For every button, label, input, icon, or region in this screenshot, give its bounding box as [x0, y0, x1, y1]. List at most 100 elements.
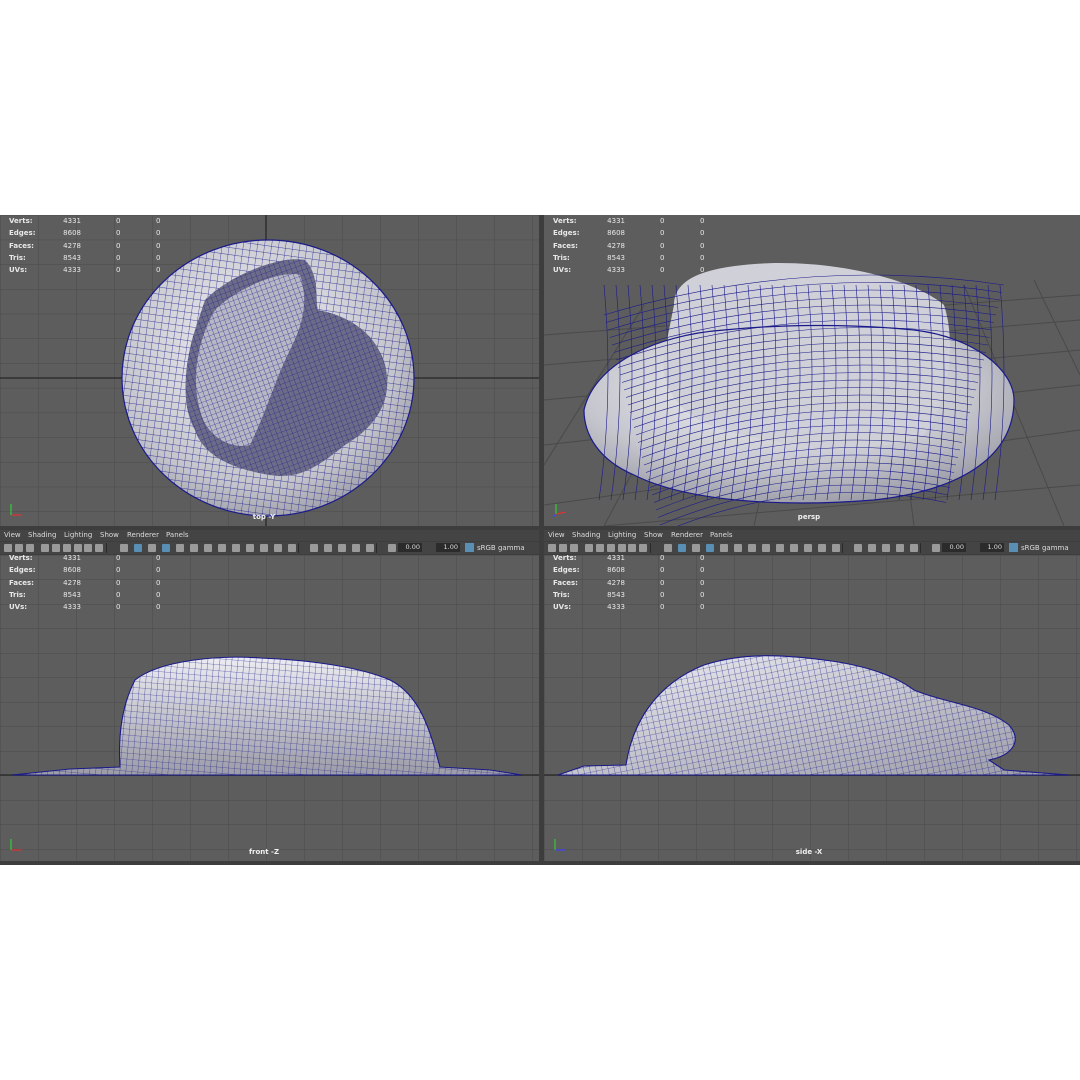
toolbar-button-icon[interactable] [842, 543, 843, 553]
axis-gizmo-icon [552, 504, 567, 518]
toolbar-button-icon[interactable] [190, 544, 198, 552]
toolbar-button-icon[interactable] [74, 544, 82, 552]
toolbar-button-icon[interactable] [338, 544, 346, 552]
toolbar-button-icon[interactable] [882, 544, 890, 552]
toolbar-button-icon[interactable] [734, 544, 742, 552]
toolbar-button-icon[interactable] [559, 544, 567, 552]
menu-renderer[interactable]: Renderer [671, 531, 703, 539]
menu-show[interactable]: Show [100, 531, 119, 539]
toolbar-button-icon[interactable] [4, 544, 12, 552]
edges-value: 8608 [63, 566, 81, 575]
viewport-top[interactable]: Verts: 4331 0 0 Edges: 8608 0 0 Faces: 4278 0 0 T… [0, 215, 539, 526]
toolbar-button-icon[interactable] [204, 544, 212, 552]
side-view-canvas [544, 555, 1080, 861]
toolbar-button-icon[interactable] [366, 544, 374, 552]
menu-lighting[interactable]: Lighting [64, 531, 92, 539]
toolbar-button-icon[interactable] [298, 543, 299, 553]
toolbar-button-icon[interactable] [52, 544, 60, 552]
toolbar-button-icon[interactable] [932, 544, 940, 552]
toolbar-button-icon[interactable] [260, 544, 268, 552]
toolbar-button-icon[interactable] [678, 544, 686, 552]
toolbar-button-icon[interactable] [63, 544, 71, 552]
toolbar-button-icon[interactable] [218, 544, 226, 552]
toolbar-button-icon[interactable] [15, 544, 23, 552]
toolbar-button-icon[interactable] [134, 544, 142, 552]
menu-shading[interactable]: Shading [28, 531, 56, 539]
viewport-persp[interactable]: Verts: 4331 0 0 Edges: 8608 0 0 Faces: 4278 0 0 T… [544, 215, 1080, 526]
toolbar-button-icon[interactable] [776, 544, 784, 552]
mesh-top[interactable] [121, 239, 415, 517]
toolbar-button-icon[interactable] [106, 543, 107, 553]
toolbar-button-icon[interactable] [854, 544, 862, 552]
menu-view[interactable]: View [4, 531, 21, 539]
toolbar-button-icon[interactable] [896, 544, 904, 552]
toolbar-button-icon[interactable] [762, 544, 770, 552]
toolbar-button-icon[interactable] [790, 544, 798, 552]
viewport-front[interactable]: Verts: 4331 0 0 Edges: 8608 0 0 Faces: 4278 0 0 T… [0, 555, 539, 861]
menu-show[interactable]: Show [644, 531, 663, 539]
exposure-field[interactable]: 0.00 [942, 543, 966, 552]
toolbar-button-icon[interactable] [706, 544, 714, 552]
toolbar-button-icon[interactable] [692, 544, 700, 552]
toolbar-button-icon[interactable] [585, 544, 593, 552]
edges-uv: 0 [156, 566, 161, 575]
toolbar-button-icon[interactable] [246, 544, 254, 552]
toolbar-button-icon[interactable] [748, 544, 756, 552]
toolbar-button-icon[interactable] [832, 544, 840, 552]
toolbar-button-icon[interactable] [910, 544, 918, 552]
mesh-persp[interactable] [583, 262, 1015, 526]
menu-lighting[interactable]: Lighting [608, 531, 636, 539]
verts-value: 4331 [607, 555, 625, 562]
toolbar-button-icon[interactable] [274, 544, 282, 552]
toolbar-button-icon[interactable] [376, 543, 377, 553]
faces-label: Faces: [9, 241, 34, 250]
toolbar-button-icon[interactable] [570, 544, 578, 552]
faces-value: 4278 [607, 578, 625, 587]
toolbar-button-icon[interactable] [84, 544, 92, 552]
color-space-label[interactable]: sRGB gamma [477, 543, 525, 553]
toolbar-button-icon[interactable] [176, 544, 184, 552]
toolbar-button-icon[interactable] [324, 544, 332, 552]
axis-gizmo-icon [10, 504, 22, 516]
color-management-icon[interactable] [1009, 543, 1018, 552]
toolbar-button-icon[interactable] [720, 544, 728, 552]
uvs-sel: 0 [116, 603, 121, 612]
tris-uv: 0 [156, 253, 161, 262]
menu-shading[interactable]: Shading [572, 531, 600, 539]
viewport-side[interactable]: Verts: 4331 0 0 Edges: 8608 0 0 Faces: 4278 0 0 T… [544, 555, 1080, 861]
toolbar-button-icon[interactable] [920, 543, 921, 553]
toolbar-button-icon[interactable] [818, 544, 826, 552]
toolbar-button-icon[interactable] [148, 544, 156, 552]
toolbar-button-icon[interactable] [120, 544, 128, 552]
menu-view[interactable]: View [548, 531, 565, 539]
toolbar-button-icon[interactable] [664, 544, 672, 552]
toolbar-button-icon[interactable] [804, 544, 812, 552]
exposure-field[interactable]: 0.00 [398, 543, 422, 552]
color-space-label[interactable]: sRGB gamma [1021, 543, 1069, 553]
menu-panels[interactable]: Panels [166, 531, 189, 539]
toolbar-button-icon[interactable] [596, 544, 604, 552]
menu-renderer[interactable]: Renderer [127, 531, 159, 539]
toolbar-button-icon[interactable] [310, 544, 318, 552]
toolbar-button-icon[interactable] [232, 544, 240, 552]
toolbar-button-icon[interactable] [548, 544, 556, 552]
toolbar-button-icon[interactable] [26, 544, 34, 552]
toolbar-button-icon[interactable] [639, 544, 647, 552]
toolbar-button-icon[interactable] [41, 544, 49, 552]
toolbar-button-icon[interactable] [650, 543, 651, 553]
toolbar-button-icon[interactable] [352, 544, 360, 552]
toolbar-button-icon[interactable] [162, 544, 170, 552]
toolbar-button-icon[interactable] [868, 544, 876, 552]
toolbar-button-icon[interactable] [95, 544, 103, 552]
toolbar-button-icon[interactable] [288, 544, 296, 552]
uvs-uv: 0 [700, 266, 705, 275]
menu-panels[interactable]: Panels [710, 531, 733, 539]
toolbar-button-icon[interactable] [607, 544, 615, 552]
gamma-field[interactable]: 1.00 [436, 543, 460, 552]
color-management-icon[interactable] [465, 543, 474, 552]
gamma-field[interactable]: 1.00 [980, 543, 1004, 552]
toolbar-button-icon[interactable] [388, 544, 396, 552]
toolbar-button-icon[interactable] [628, 544, 636, 552]
toolbar-button-icon[interactable] [618, 544, 626, 552]
tris-sel: 0 [116, 253, 121, 262]
